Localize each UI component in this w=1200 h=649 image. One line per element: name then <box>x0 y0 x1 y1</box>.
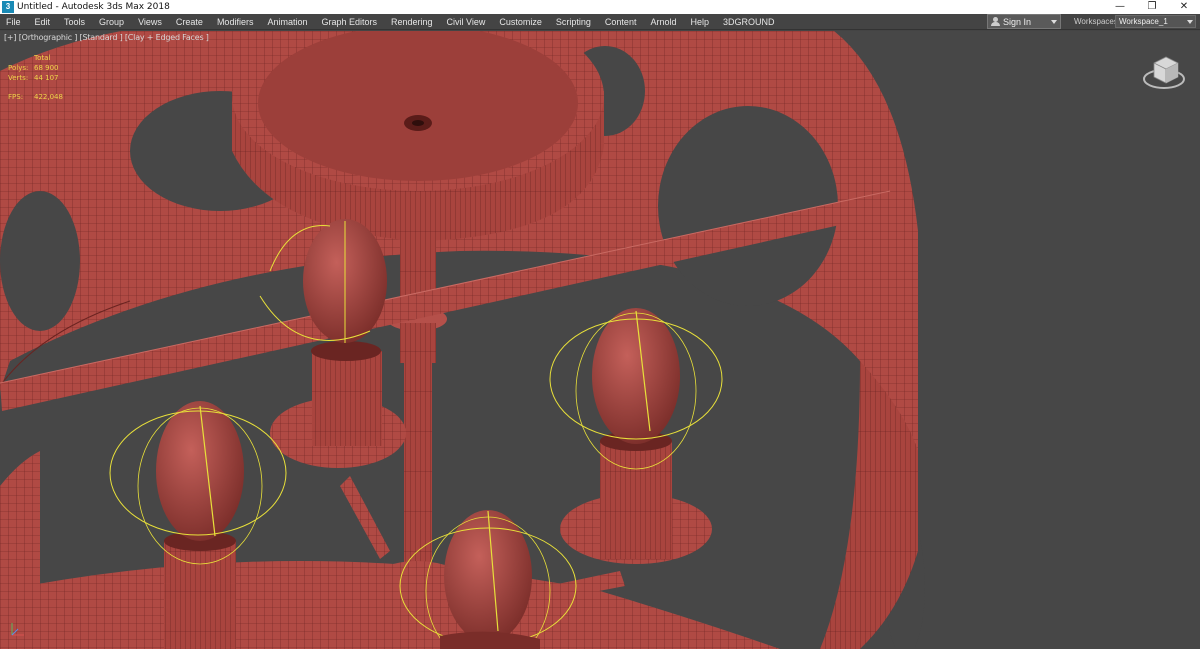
verts-value: 44 107 <box>34 74 59 82</box>
workspace-select[interactable]: Workspace_1 <box>1115 15 1196 28</box>
stats-header: Total <box>34 54 51 62</box>
user-icon <box>991 17 1000 26</box>
menu-3dground[interactable]: 3DGROUND <box>716 14 782 30</box>
menu-content[interactable]: Content <box>598 14 644 30</box>
close-button[interactable]: ✕ <box>1168 0 1200 14</box>
workspaces-label: Workspaces: <box>1074 17 1121 26</box>
minimize-button[interactable]: — <box>1104 0 1136 14</box>
axis-tripod-icon <box>11 623 24 636</box>
menu-help[interactable]: Help <box>683 14 716 30</box>
fps-value: 422,048 <box>34 93 63 101</box>
restore-button[interactable]: ❐ <box>1136 0 1168 14</box>
menu-create[interactable]: Create <box>169 14 210 30</box>
sign-in-dropdown[interactable]: Sign In <box>987 14 1061 29</box>
perspective-viewport[interactable]: [+] [Orthographic ] [Standard ] [Clay + … <box>0 31 1200 649</box>
menu-modifiers[interactable]: Modifiers <box>210 14 261 30</box>
sign-in-label: Sign In <box>1003 16 1032 27</box>
chevron-down-icon <box>1187 20 1193 24</box>
menu-group[interactable]: Group <box>92 14 131 30</box>
menu-animation[interactable]: Animation <box>260 14 314 30</box>
viewcube-icon[interactable] <box>1140 49 1188 93</box>
menu-civil-view[interactable]: Civil View <box>440 14 493 30</box>
fps-label: FPS: <box>8 93 24 101</box>
workspace-value: Workspace_1 <box>1119 17 1168 26</box>
menu-arnold[interactable]: Arnold <box>643 14 683 30</box>
polys-value: 68 900 <box>34 64 59 72</box>
menu-file[interactable]: File <box>0 14 28 30</box>
verts-label: Verts: <box>8 74 29 82</box>
scene-render[interactable] <box>0 31 1200 649</box>
menu-graph-editors[interactable]: Graph Editors <box>314 14 384 30</box>
viewport-label[interactable]: [+] [Orthographic ] [Standard ] [Clay + … <box>4 33 209 42</box>
menu-tools[interactable]: Tools <box>57 14 92 30</box>
app-logo-icon: 3 <box>2 1 14 13</box>
window-title: Untitled - Autodesk 3ds Max 2018 <box>17 2 170 12</box>
menu-customize[interactable]: Customize <box>492 14 549 30</box>
window-controls: — ❐ ✕ <box>1104 0 1200 14</box>
menu-scripting[interactable]: Scripting <box>549 14 598 30</box>
menu-views[interactable]: Views <box>131 14 169 30</box>
chevron-down-icon <box>1051 19 1057 24</box>
menu-edit[interactable]: Edit <box>28 14 58 30</box>
menu-rendering[interactable]: Rendering <box>384 14 440 30</box>
viewport-statistics: Total Polys: 68 900 Verts: 44 107 FPS: 422,… <box>8 53 63 102</box>
title-bar: 3 Untitled - Autodesk 3ds Max 2018 — ❐ ✕ <box>0 0 1200 14</box>
polys-label: Polys: <box>8 64 29 72</box>
